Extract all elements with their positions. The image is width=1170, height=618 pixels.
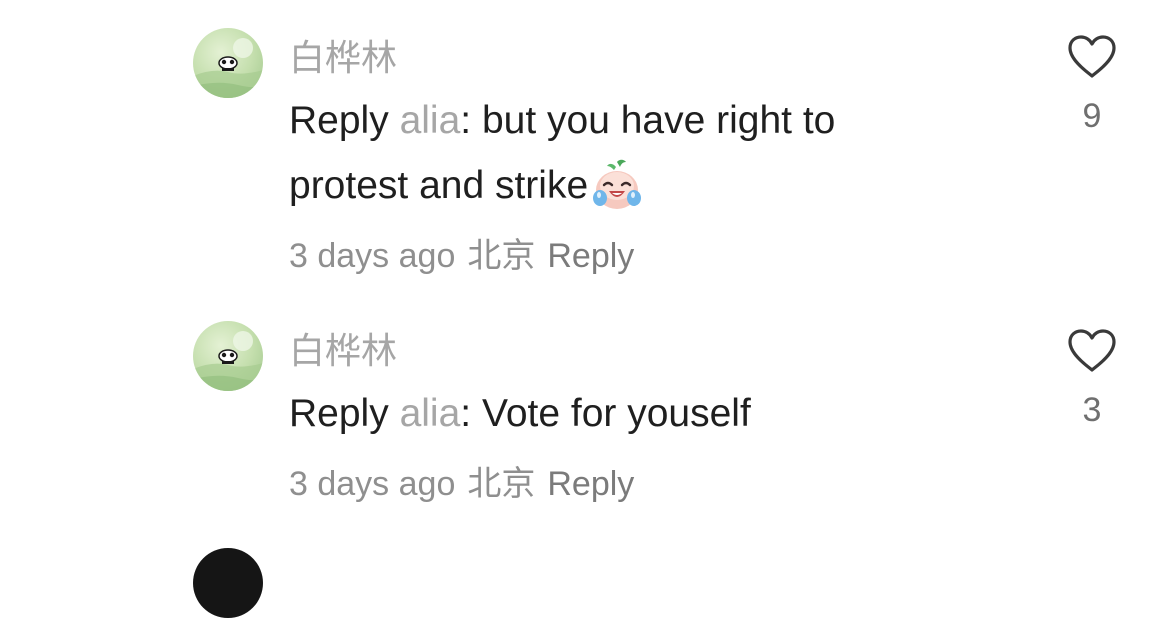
comment-meta: 3 days ago 北京 Reply bbox=[289, 463, 646, 505]
heart-icon bbox=[1068, 329, 1116, 372]
comment-text: Reply alia: but you have right to protes… bbox=[289, 88, 929, 218]
comment-username[interactable]: 白桦林 bbox=[289, 329, 397, 373]
comment-message: : Vote for youself bbox=[460, 392, 751, 435]
mention-link[interactable]: alia bbox=[400, 392, 461, 435]
like-count: 3 bbox=[1082, 391, 1102, 429]
like-button[interactable]: 3 bbox=[1062, 328, 1122, 430]
avatar-image bbox=[193, 28, 263, 98]
comment-timestamp: 3 days ago bbox=[289, 237, 456, 275]
heart-icon bbox=[1068, 35, 1116, 78]
comment-timestamp: 3 days ago bbox=[289, 465, 456, 503]
comment-text: Reply alia: Vote for youself bbox=[289, 381, 929, 446]
crying-laughing-emoji-icon bbox=[590, 158, 644, 212]
mention-link[interactable]: alia bbox=[400, 99, 461, 142]
avatar[interactable] bbox=[193, 548, 263, 618]
reply-button[interactable]: Reply bbox=[547, 237, 634, 275]
reply-prefix: Reply bbox=[289, 392, 389, 435]
comment-username[interactable]: 白桦林 bbox=[289, 36, 397, 80]
comment-location: 北京 bbox=[467, 465, 536, 503]
avatar-image bbox=[193, 321, 263, 391]
like-button[interactable]: 9 bbox=[1062, 34, 1122, 136]
reply-button[interactable]: Reply bbox=[547, 465, 634, 503]
comment-meta: 3 days ago 北京 Reply bbox=[289, 235, 646, 277]
avatar[interactable] bbox=[193, 321, 263, 391]
like-count: 9 bbox=[1082, 97, 1102, 135]
reply-prefix: Reply bbox=[289, 99, 389, 142]
avatar[interactable] bbox=[193, 28, 263, 98]
comment-location: 北京 bbox=[467, 237, 536, 275]
